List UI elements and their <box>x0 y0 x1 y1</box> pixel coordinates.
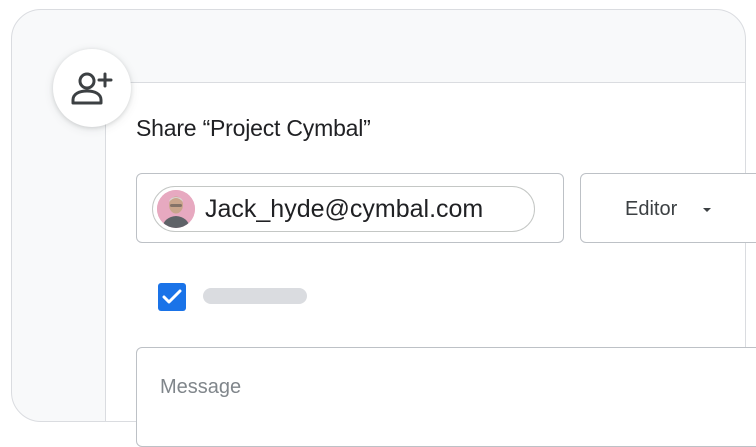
role-label: Editor <box>625 198 678 220</box>
role-dropdown[interactable]: Editor <box>580 173 756 243</box>
add-person-icon <box>71 72 113 105</box>
message-placeholder: Message <box>160 376 242 398</box>
message-textarea[interactable]: Message <box>136 347 756 447</box>
add-people-button[interactable] <box>53 49 131 127</box>
recipients-field[interactable]: Jack_hyde@cymbal.com <box>136 173 564 243</box>
checkmark-icon <box>162 289 182 304</box>
caret-down-icon <box>703 208 711 212</box>
avatar <box>157 190 195 228</box>
recipient-email: Jack_hyde@cymbal.com <box>205 194 484 223</box>
dialog-title: Share “Project Cymbal” <box>136 115 371 141</box>
recipient-chip[interactable]: Jack_hyde@cymbal.com <box>152 186 535 232</box>
notify-checkbox[interactable] <box>158 283 186 311</box>
notify-label-placeholder <box>203 288 307 304</box>
